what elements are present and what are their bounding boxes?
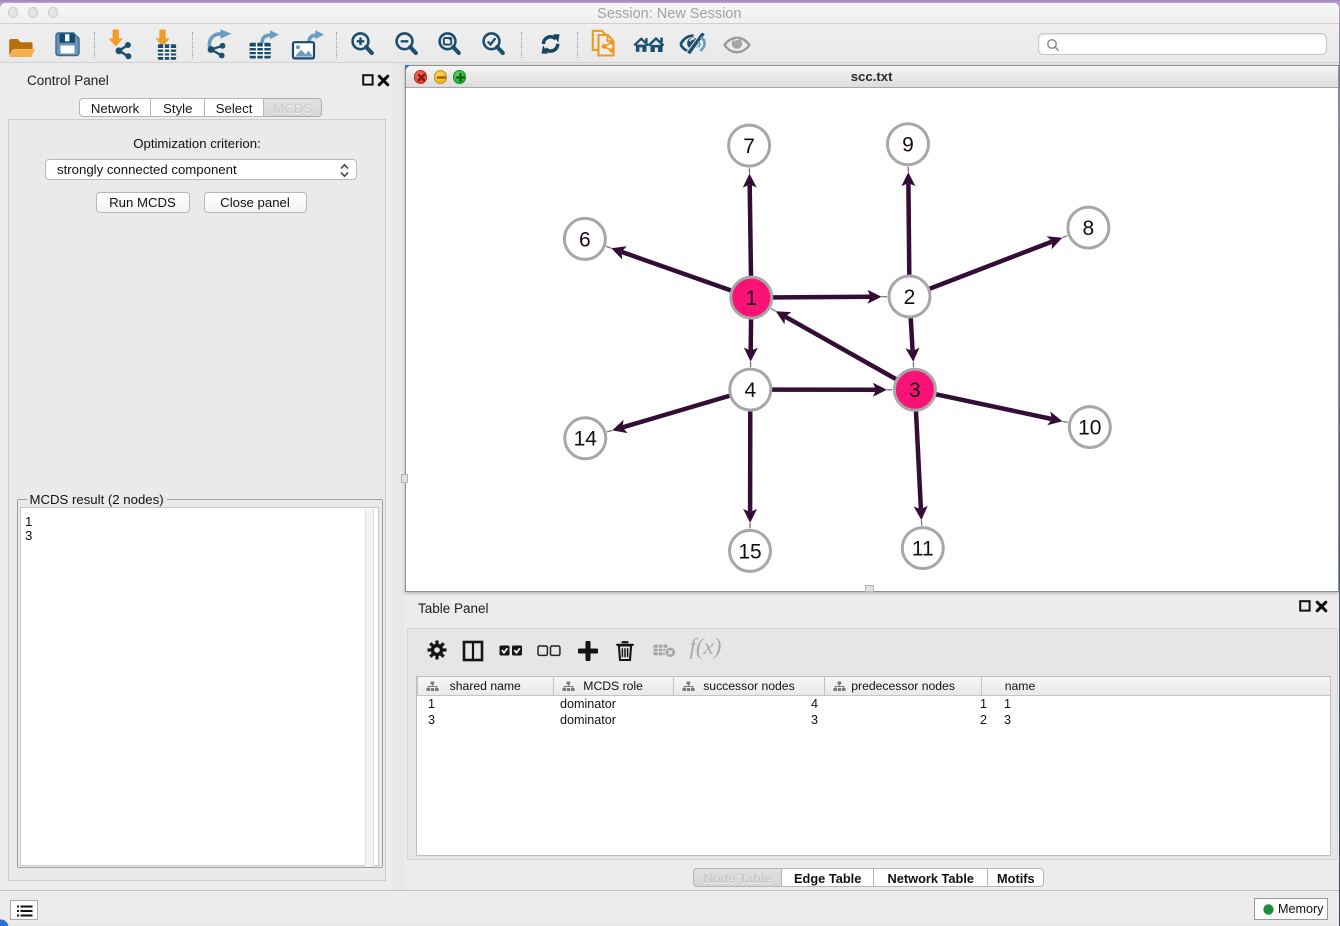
svg-text:15: 15 — [738, 541, 761, 564]
svg-text:9: 9 — [902, 134, 914, 157]
svg-text:3: 3 — [909, 380, 921, 403]
svg-text:11: 11 — [911, 538, 933, 561]
svg-text:1: 1 — [745, 287, 757, 310]
svg-text:10: 10 — [1078, 417, 1101, 440]
svg-text:8: 8 — [1082, 217, 1094, 240]
svg-text:14: 14 — [573, 428, 597, 451]
svg-text:6: 6 — [579, 229, 591, 252]
svg-text:7: 7 — [743, 135, 755, 158]
svg-text:2: 2 — [903, 286, 915, 309]
svg-text:4: 4 — [744, 379, 756, 402]
